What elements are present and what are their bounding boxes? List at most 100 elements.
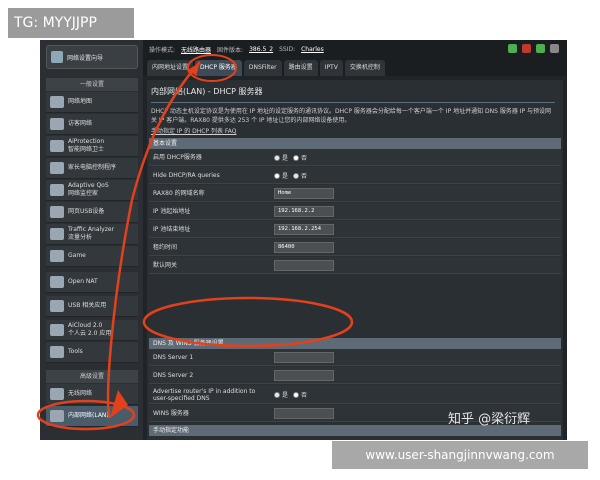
row-advertise: Advertise router's IP in addition to use… <box>149 385 561 404</box>
radio-yes-label: 是 <box>282 392 289 399</box>
sidebar-item-label: 网页USB设备 <box>68 208 105 215</box>
tab-bar: 内网地址设置 DHCP 服务器 DNSFilter 路由设置 IPTV 交换机控… <box>143 58 567 76</box>
pool-end-input[interactable]: 192.168.2.254 <box>274 224 334 235</box>
quick-setup-label: 网络设置向导 <box>67 54 104 62</box>
dhcp-panel: 内部网络(LAN) - DHCP 服务器 DHCP 动态主机设定协议是为使用在 … <box>147 80 563 440</box>
wins-input[interactable] <box>274 408 334 419</box>
app-icon[interactable] <box>536 44 545 53</box>
sidebar-item-guest[interactable]: 访客网络 <box>46 114 138 135</box>
fw-value[interactable]: 386.5_2 <box>249 46 273 53</box>
tg-label: TG: MYYJJPP <box>8 8 134 38</box>
dns1-input[interactable] <box>274 352 334 363</box>
router-admin-screenshot: 网络设置向导 一般设置 网络地图 访客网络 AiProtection 智能网络卫士… <box>40 40 567 440</box>
sidebar-item-sublabel: 流量分析 <box>68 234 93 241</box>
notification-icon[interactable] <box>522 44 531 53</box>
sidebar-item-label: Open NAT <box>68 278 98 285</box>
row-gateway: 默认网关 <box>149 257 561 274</box>
row-label: WINS 服务器 <box>153 410 189 417</box>
sidebar-item-game[interactable]: Game <box>46 246 138 267</box>
quick-setup-button[interactable]: 网络设置向导 <box>46 45 138 69</box>
gateway-input[interactable] <box>274 260 334 271</box>
ssid-label: SSID: <box>279 45 296 53</box>
row-label: DNS Server 2 <box>153 372 194 379</box>
row-label: 默认网关 <box>153 262 178 269</box>
zhihu-watermark: 知乎 @梁衍辉 <box>448 412 531 427</box>
ssid-value[interactable]: Charles <box>301 46 324 53</box>
tab-switch[interactable]: 交换机控制 <box>344 60 385 76</box>
radio-no-label: 否 <box>301 155 308 162</box>
sidebar-item-open-nat[interactable]: Open NAT <box>46 272 138 293</box>
radio-yes[interactable] <box>274 154 280 161</box>
sidebar-item-label: USB 相关应用 <box>68 302 107 309</box>
usb-app-icon <box>50 300 64 312</box>
nat-icon <box>50 276 64 288</box>
family-icon <box>50 162 64 174</box>
sidebar-item-label: 家长电脑控制程序 <box>68 164 117 171</box>
sidebar-item-label: AiProtection <box>68 138 105 145</box>
shield-icon <box>50 140 64 152</box>
sidebar-item-network-map[interactable]: 网络地图 <box>46 92 138 113</box>
row-label: RAX80 的网域名称 <box>153 190 205 197</box>
usb-icon <box>50 206 64 218</box>
row-label: 租约时间 <box>153 244 178 251</box>
map-icon <box>50 96 64 108</box>
radio-yes-label: 是 <box>282 155 289 162</box>
sidebar-item-sublabel: 智能网络卫士 <box>68 146 105 153</box>
section-dns: DNS 及 WINS 服务器设置 <box>149 338 561 349</box>
dns2-input[interactable] <box>274 370 334 381</box>
row-label: DNS Server 1 <box>153 354 194 361</box>
main-area: 操作模式: 无线路由器 固件版本: 386.5_2 SSID: Charles … <box>143 40 567 440</box>
sidebar-item-usb[interactable]: 网页USB设备 <box>46 202 138 223</box>
row-lease: 租约时间 86400 <box>149 239 561 256</box>
sidebar-item-label: Adaptive QoS <box>68 182 109 189</box>
radio-yes[interactable] <box>274 172 280 179</box>
sidebar-item-sublabel: 个人云 2.0 应用 <box>68 330 112 337</box>
pool-start-input[interactable]: 192.168.2.2 <box>274 206 334 217</box>
sidebar-item-lan[interactable]: 内部网络(LAN) <box>46 406 138 427</box>
status-icons <box>508 44 559 53</box>
sidebar-item-aiprotection[interactable]: AiProtection 智能网络卫士 <box>46 136 138 157</box>
tab-dhcp-server[interactable]: DHCP 服务器 <box>195 60 242 76</box>
sidebar-item-label: Tools <box>68 348 83 355</box>
mode-value[interactable]: 无线路由器 <box>181 45 211 54</box>
advanced-header: 高级设置 <box>46 370 138 383</box>
wifi-icon[interactable] <box>508 44 517 53</box>
wizard-icon <box>51 51 63 63</box>
cloud-icon <box>50 324 64 336</box>
radio-yes-label: 是 <box>282 173 289 180</box>
radio-no[interactable] <box>293 172 300 179</box>
radio-yes[interactable] <box>274 391 280 398</box>
game-icon <box>50 250 64 262</box>
row-label: Hide DHCP/RA queries <box>153 172 220 179</box>
sidebar-item-traffic[interactable]: Traffic Analyzer 流量分析 <box>46 224 138 245</box>
sidebar-item-wireless[interactable]: 无线网络 <box>46 384 138 405</box>
sidebar-item-aicloud[interactable]: AiCloud 2.0 个人云 2.0 应用 <box>46 320 138 341</box>
row-hide-dhcp: Hide DHCP/RA queries 是 否 <box>149 167 561 184</box>
traffic-icon <box>50 228 64 240</box>
radio-no[interactable] <box>293 391 300 398</box>
row-pool-end: IP 池结束地址 192.168.2.254 <box>149 221 561 238</box>
sidebar-item-parental[interactable]: 家长电脑控制程序 <box>46 158 138 179</box>
sidebar-item-sublabel: 网络监控家 <box>68 190 99 197</box>
sidebar-item-tools[interactable]: Tools <box>46 342 138 363</box>
row-label: IP 池结束地址 <box>153 226 191 233</box>
status-bar: 操作模式: 无线路由器 固件版本: 386.5_2 SSID: Charles <box>143 40 567 58</box>
lease-input[interactable]: 86400 <box>274 242 334 253</box>
sidebar-item-label: Traffic Analyzer <box>68 226 115 233</box>
row-pool-start: IP 池起始地址 192.168.2.2 <box>149 203 561 220</box>
tab-route[interactable]: 路由设置 <box>283 60 318 76</box>
domain-input[interactable]: Home <box>274 188 334 199</box>
radio-no[interactable] <box>293 154 300 161</box>
general-header: 一般设置 <box>46 78 138 91</box>
tab-iptv[interactable]: IPTV <box>319 60 343 76</box>
tab-dnsfilter[interactable]: DNSFilter <box>243 60 282 76</box>
tab-lan-ip[interactable]: 内网地址设置 <box>147 60 194 76</box>
row-label: 启用 DHCP服务器 <box>153 154 202 161</box>
sidebar-item-label: 内部网络(LAN) <box>68 412 109 419</box>
sidebar-item-usb-apps[interactable]: USB 相关应用 <box>46 296 138 317</box>
sidebar-item-qos[interactable]: Adaptive QoS 网络监控家 <box>46 180 138 201</box>
fw-label: 固件版本: <box>217 46 244 54</box>
tools-icon <box>50 346 64 358</box>
usb-status-icon[interactable] <box>550 44 559 53</box>
faq-link[interactable]: 手动指定 IP 的 DHCP 列表 FAQ <box>151 126 237 135</box>
